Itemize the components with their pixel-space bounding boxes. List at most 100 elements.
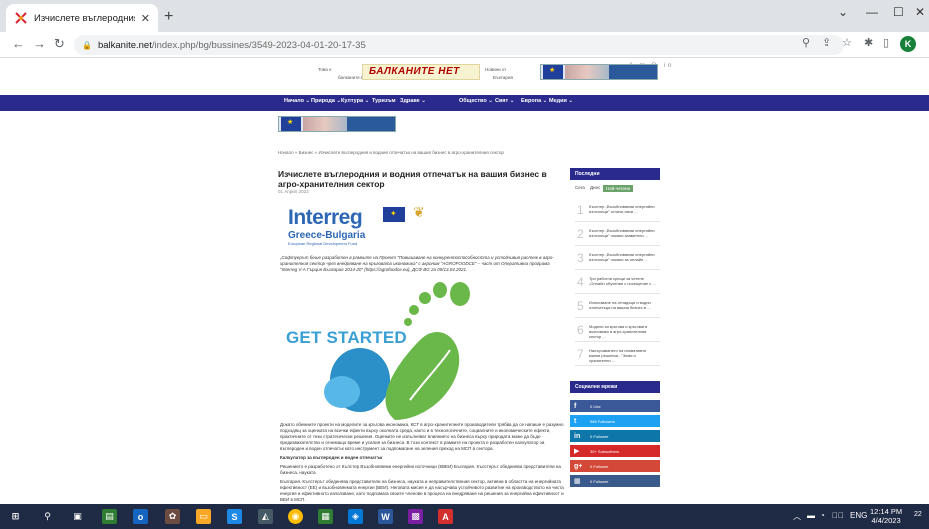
nav-tourism[interactable]: Туризъм [372,98,396,104]
social-other[interactable]: ▦ 0 Follower [570,475,660,487]
url-domain: balkanite.net [97,39,152,51]
article-date: 01 Април 2023 [278,189,309,194]
nav-europe[interactable]: Европа ⌄ [521,98,547,104]
notification-count[interactable]: 22 [914,511,922,518]
browser-toolbar: ← → ↻ 🔒 balkanite.net /index.php/bg/buss… [0,32,929,58]
social-count: 0 Follower [590,433,609,439]
app-icon[interactable]: ▩ [408,509,423,524]
browser-tab[interactable]: Изчислете въглеродния и водн... ✕ [6,4,158,32]
new-tab-button[interactable]: + [164,8,173,26]
clock[interactable]: 12:14 PM 4/4/2023 [870,507,902,525]
share-icon[interactable]: ⇪ [822,36,831,49]
sidebar-list-item[interactable]: 1 Кълстер „Възобновяеми енергийни източн… [575,200,660,222]
clock-date: 4/4/2023 [871,516,901,525]
tab-search-icon[interactable]: ⌄ [838,5,848,19]
social-count: 30+ Subscribers [590,448,620,454]
googleplus-icon: g+ [574,462,583,470]
sidebar-list-item[interactable]: 4 Три работни срещи за четене „Онлайн об… [575,272,660,294]
social-twitter[interactable]: t 965 Followers [570,415,660,427]
site-logo[interactable]: БАЛКАНИТЕ НЕТ [362,64,480,80]
back-icon[interactable]: ← [12,36,25,51]
banner-caption [347,117,395,131]
app-icon[interactable]: ▦ [318,509,333,524]
header-tagline-right: Новини от [485,67,507,72]
sidepanel-icon[interactable]: ▯ [883,36,889,49]
sidebar-list-item[interactable]: 7 Насърчаването на иновативни малки реше… [575,344,660,366]
social-facebook[interactable]: f 0 Like [570,400,660,412]
eu-project-banner[interactable] [540,64,658,80]
item-number: 7 [577,347,584,361]
extensions-icon[interactable]: ✱ [864,36,873,49]
sidebar-tab-most-read[interactable]: Най-четени [603,185,633,192]
acrobat-icon[interactable]: A [438,509,453,524]
social-googleplus[interactable]: g+ 0 Follower [570,460,660,472]
task-view-icon[interactable]: ▣ [70,509,85,524]
sidebar-list-item[interactable]: 6 Модели за кръгова и кръговата икономик… [575,320,660,342]
nav-health[interactable]: Здраве ⌄ [400,98,426,104]
item-title: Кълстер „Възобновяеми енергийни източниц… [589,204,655,214]
windows-taskbar: ⊞ ⚲ ▣ ▤ o ✿ ▭ S ◭ ◉ ▦ ◈ W ▩ A ︿ ▬ ◔ ◁ﾞ E… [0,504,929,529]
search-icon[interactable]: ⚲ [40,509,55,524]
nav-culture[interactable]: Култура ⌄ [341,98,369,104]
windows-start-icon[interactable]: ⊞ [8,509,23,524]
item-title: Насърчаването на иновативни малки решени… [589,348,646,363]
sidebar-list-item[interactable]: 3 Кълстер „Възобновяеми енергийни източн… [575,248,660,270]
minimize-icon[interactable]: — [866,5,878,19]
rss-icon: ▦ [574,478,581,485]
word-icon[interactable]: W [378,509,393,524]
address-bar[interactable]: 🔒 balkanite.net /index.php/bg/bussines/3… [74,35,844,55]
eu-flag-icon [383,207,405,222]
nav-nature[interactable]: Природа ⌄ [311,98,341,104]
sidebar-tab-today[interactable]: Днес [590,185,600,190]
window-close-icon[interactable]: ✕ [915,5,925,19]
file-explorer-icon[interactable]: ▭ [196,509,211,524]
bookmark-star-icon[interactable]: ☆ [842,36,852,49]
skype-icon[interactable]: S [227,509,242,524]
item-title: Три работни срещи за четене „Онлайн обуч… [589,276,656,286]
footprint-illustration [324,282,470,420]
reload-icon[interactable]: ↻ [54,36,65,52]
sidebar-tab-now[interactable]: Сега [575,185,585,190]
eu-flag-icon [281,117,301,131]
item-title: Кълстер „Възобновяеми енергийни източниц… [589,228,655,238]
item-title: Използване на отпадъци и водни отпечатъц… [589,300,651,310]
nav-home[interactable]: Начало ⌄ [284,98,310,104]
youtube-icon: ▶ [574,448,580,455]
social-count: 0 Follower [590,478,609,484]
zoom-icon[interactable]: ⚲ [802,36,810,49]
second-eu-banner[interactable] [278,116,396,132]
article-subheading: Калкулатор за въглероден и воден отпечат… [280,455,383,460]
header-tagline-left: Това е [318,67,332,72]
item-title: Модели за кръгова и кръговата икономика … [589,324,647,339]
breadcrumb[interactable]: Начало » Бизнес » Изчислете въглеродния … [278,150,504,155]
forward-icon[interactable]: → [33,36,46,51]
nav-world[interactable]: Свят ⌄ [495,98,514,104]
chrome-icon[interactable]: ◉ [288,509,303,524]
outlook-icon[interactable]: o [133,509,148,524]
app-icon[interactable]: ▤ [102,509,117,524]
volume-icon[interactable]: ◁ﾞ [832,511,844,520]
nav-media[interactable]: Медии ⌄ [549,98,573,104]
social-youtube[interactable]: ▶ 30+ Subscribers [570,445,660,457]
sidebar-list-item[interactable]: 5 Използване на отпадъци и водни отпечат… [575,296,660,318]
profile-avatar[interactable]: K [900,36,916,52]
site-header: Това е балканите.бг БАЛКАНИТЕ НЕТ Новини… [310,64,660,86]
tab-close-icon[interactable]: ✕ [141,12,150,25]
network-icon[interactable]: ◔ [820,511,825,520]
interreg-word: Interreg [288,206,363,229]
banner-caption [609,65,657,79]
tray-app-icon[interactable]: ▬ [807,511,815,520]
tray-chevron-icon[interactable]: ︿ [793,511,801,522]
social-linkedin[interactable]: in 0 Follower [570,430,660,442]
app-icon[interactable]: ✿ [165,509,180,524]
app-icon[interactable]: ◭ [258,509,273,524]
web-page: f ✉ P in Това е балканите.бг БАЛКАНИТЕ Н… [0,58,929,504]
article-body: Докато обемните проекти на моделите за к… [280,422,564,503]
language-indicator[interactable]: ENG [850,511,867,520]
article-paragraph: Докато обемните проекти на моделите за к… [280,422,564,451]
nav-society[interactable]: Общество ⌄ [459,98,493,104]
logo-text: БАЛКАНИТЕ НЕТ [369,66,460,77]
sidebar-list-item[interactable]: 2 Кълстер „Възобновяеми енергийни източн… [575,224,660,246]
maximize-icon[interactable]: ☐ [893,5,904,19]
app-icon[interactable]: ◈ [348,509,363,524]
